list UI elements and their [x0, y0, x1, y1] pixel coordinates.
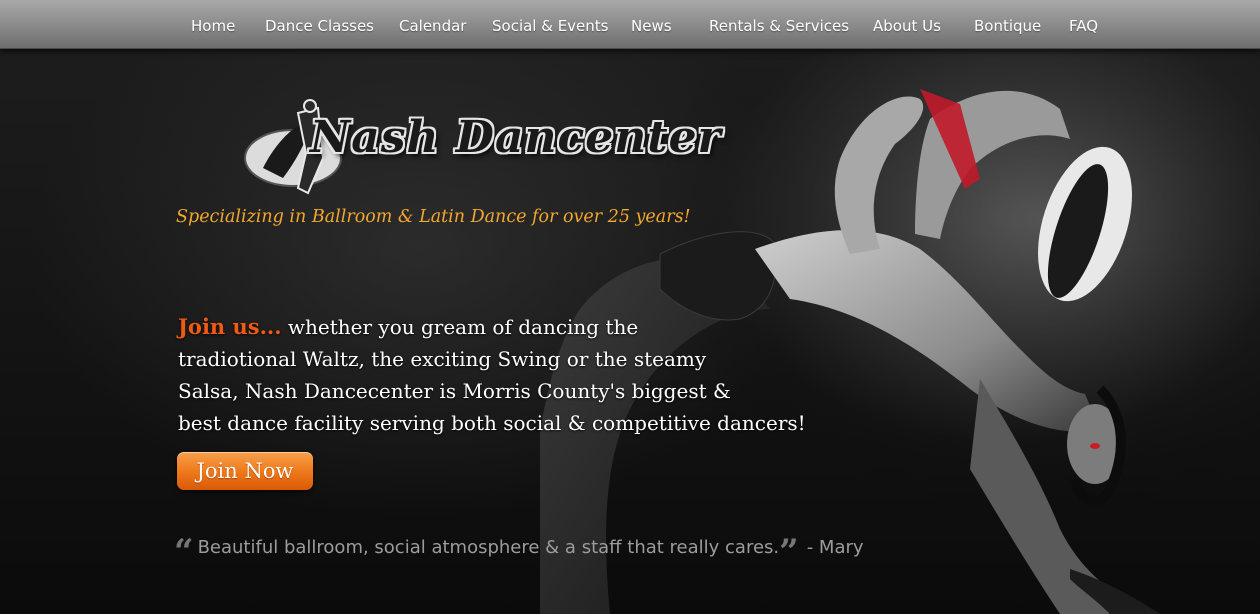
- testimonial-author: - Mary: [806, 537, 864, 558]
- nav-dance-classes[interactable]: Dance Classes: [265, 0, 374, 52]
- nav-bontique[interactable]: Bontique: [974, 0, 1041, 52]
- nav-rentals-services[interactable]: Rentals & Services: [709, 0, 849, 52]
- logo-wordmark: Nash Dancenter: [310, 112, 722, 163]
- nav-home[interactable]: Home: [191, 0, 235, 52]
- intro-line-1-text: whether you gream of dancing the: [281, 315, 639, 339]
- testimonial-text: Beautiful ballroom, social atmosphere & …: [197, 537, 780, 558]
- testimonial: “Beautiful ballroom, social atmosphere &…: [174, 532, 864, 572]
- nav-calendar[interactable]: Calendar: [399, 0, 466, 52]
- intro-line-1: Join us... whether you gream of dancing …: [178, 311, 878, 343]
- intro-lead: Join us...: [178, 314, 282, 339]
- close-quote-icon: ”: [779, 532, 799, 572]
- intro-line-4: best dance facility serving both social …: [178, 411, 806, 435]
- top-nav-bar: Home Dance Classes Calendar Social & Eve…: [0, 0, 1260, 49]
- join-now-button[interactable]: Join Now: [177, 452, 313, 490]
- nav-faq[interactable]: FAQ: [1069, 0, 1098, 52]
- nav-social-events[interactable]: Social & Events: [492, 0, 609, 52]
- nav-about-us[interactable]: About Us: [873, 0, 941, 52]
- intro-line-3: Salsa, Nash Dancecenter is Morris County…: [178, 379, 731, 403]
- intro-paragraph: Join us... whether you gream of dancing …: [178, 311, 878, 439]
- open-quote-icon: “: [174, 532, 194, 572]
- nav-news[interactable]: News: [631, 0, 672, 52]
- intro-line-2: tradiotional Waltz, the exciting Swing o…: [178, 347, 707, 371]
- tagline: Specializing in Ballroom & Latin Dance f…: [176, 207, 691, 227]
